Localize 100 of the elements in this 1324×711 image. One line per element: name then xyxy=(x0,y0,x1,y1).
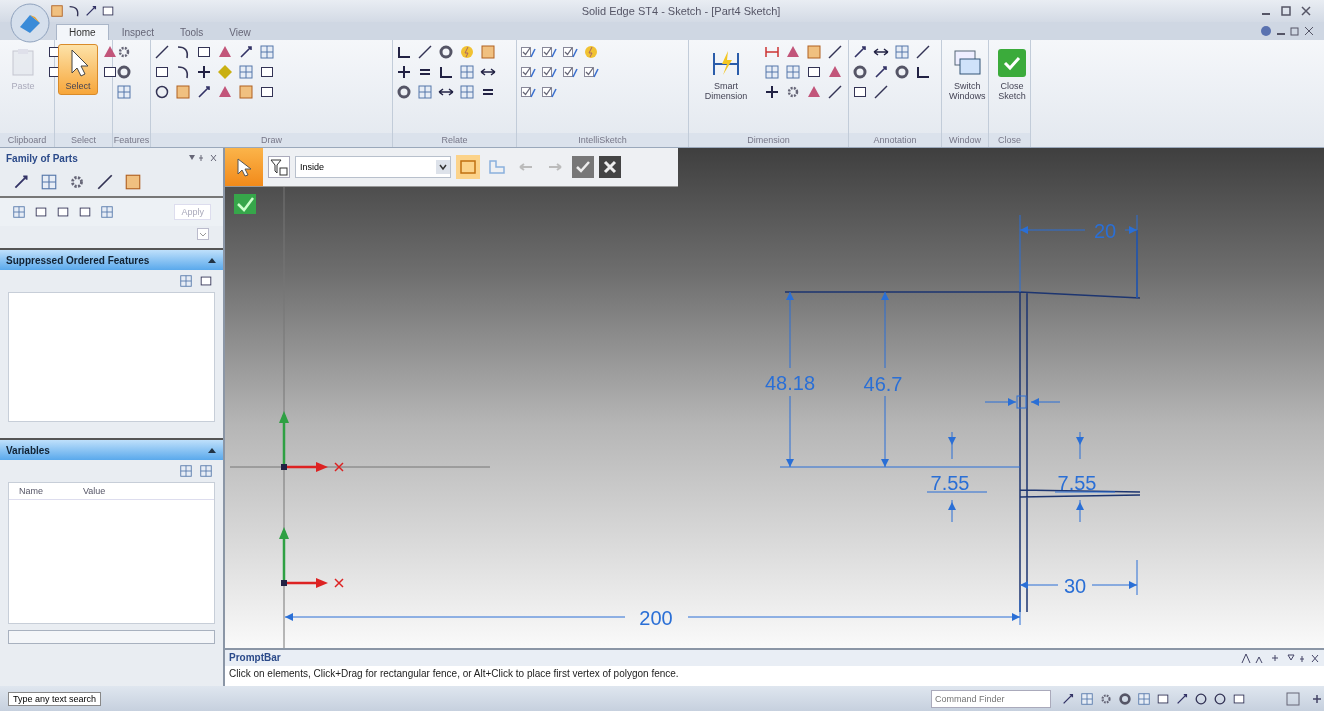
grid-icon[interactable] xyxy=(459,84,475,100)
arc-icon[interactable] xyxy=(67,4,81,18)
group-label: Relate xyxy=(393,133,516,147)
circle-icon[interactable] xyxy=(1194,691,1208,706)
checkbox-icon[interactable] xyxy=(520,84,536,100)
extension-line xyxy=(1019,599,1021,626)
check-icon[interactable] xyxy=(234,194,256,214)
checkbox-icon[interactable] xyxy=(541,44,557,60)
grid-icon[interactable] xyxy=(40,173,58,191)
ribbon-button[interactable]: Select xyxy=(58,44,98,95)
ribbon-button[interactable]: Smart Dimension xyxy=(692,44,760,105)
triangle-icon[interactable] xyxy=(806,84,822,100)
grid-icon[interactable] xyxy=(1137,691,1151,706)
line-icon[interactable] xyxy=(915,44,931,60)
apply-button[interactable]: Apply xyxy=(174,204,211,220)
dimension-value[interactable]: 7.55 xyxy=(1057,472,1097,494)
box-icon[interactable] xyxy=(238,84,254,100)
column-header[interactable]: Name xyxy=(19,486,43,496)
triangle-icon[interactable] xyxy=(217,44,233,60)
group-label: Features xyxy=(113,133,150,147)
checkbox-icon[interactable] xyxy=(520,64,536,80)
circle-icon[interactable] xyxy=(154,84,170,100)
collapse-icon[interactable] xyxy=(207,256,217,264)
ribbon-button[interactable]: Close Sketch xyxy=(992,44,1032,105)
ribbon-button[interactable]: Switch Windows xyxy=(945,44,990,105)
triangle-icon[interactable] xyxy=(102,44,118,60)
bolt-icon[interactable] xyxy=(583,44,599,60)
restore-icon[interactable] xyxy=(1290,25,1300,37)
grid-icon[interactable] xyxy=(100,205,114,219)
triangle-icon[interactable] xyxy=(827,64,843,80)
ring-icon[interactable] xyxy=(1118,691,1132,706)
prompt-message: Click on elements, Click+Drag for rectangular fence, or Alt+Click to place first vertex of polygon fence. xyxy=(228,667,680,681)
dimension-value[interactable]: 7.55 xyxy=(930,472,970,494)
select-button[interactable] xyxy=(225,148,263,186)
line-icon[interactable] xyxy=(873,84,889,100)
bolt-icon[interactable] xyxy=(459,44,475,60)
triangle-icon[interactable] xyxy=(785,44,801,60)
pane-controls-icon[interactable] xyxy=(187,153,217,163)
line-icon[interactable] xyxy=(417,44,433,60)
checkbox-icon[interactable] xyxy=(541,84,557,100)
grid-icon[interactable] xyxy=(894,44,910,60)
plus-icon[interactable] xyxy=(196,64,212,80)
line-icon[interactable] xyxy=(827,84,843,100)
close-sketch-icon xyxy=(996,47,1028,79)
checkbox-icon[interactable] xyxy=(583,64,599,80)
ribbon-tab[interactable]: Tools xyxy=(166,24,217,40)
help-icon[interactable] xyxy=(1260,25,1272,37)
cancel-icon[interactable] xyxy=(599,156,621,178)
collapse-icon[interactable] xyxy=(207,446,217,454)
grid-icon[interactable] xyxy=(459,64,475,80)
plus-icon[interactable] xyxy=(396,64,412,80)
dimension-value[interactable]: 200 xyxy=(639,607,673,629)
grid-icon[interactable] xyxy=(785,64,801,80)
ribbon-tab[interactable]: Home xyxy=(56,24,109,40)
plus-icon[interactable] xyxy=(764,84,780,100)
panel-title: Variables xyxy=(6,444,50,456)
ribbon-tab[interactable]: View xyxy=(216,24,264,40)
angle-icon[interactable] xyxy=(438,64,454,80)
checkbox-icon[interactable] xyxy=(562,44,578,60)
ribbon-tab[interactable]: Inspect xyxy=(108,24,167,40)
dropdown-icon[interactable] xyxy=(197,228,209,240)
dimension-icon[interactable] xyxy=(764,44,780,60)
horizontal-scrollbar[interactable] xyxy=(8,630,215,644)
close-icon[interactable] xyxy=(1300,5,1312,17)
maximize-icon[interactable] xyxy=(1280,5,1292,17)
checkbox-icon[interactable] xyxy=(541,64,557,80)
group-label: Window xyxy=(942,133,988,147)
filter-dropdown[interactable]: Inside xyxy=(295,156,451,178)
box-icon[interactable] xyxy=(124,173,142,191)
accept-icon[interactable] xyxy=(572,156,594,178)
column-header[interactable]: Value xyxy=(83,486,106,496)
pane-controls-icon[interactable] xyxy=(1240,652,1320,664)
circle-icon[interactable] xyxy=(1213,691,1227,706)
checkbox-icon[interactable] xyxy=(520,44,536,60)
filter-icon[interactable] xyxy=(268,156,290,178)
arc-icon[interactable] xyxy=(175,64,191,80)
angle-icon[interactable] xyxy=(915,64,931,80)
ring-icon[interactable] xyxy=(438,44,454,60)
ring-icon[interactable] xyxy=(852,64,868,80)
close-icon[interactable] xyxy=(1304,25,1314,37)
line-icon[interactable] xyxy=(96,173,114,191)
panel-title: Family of Parts xyxy=(6,152,78,164)
triangle-icon[interactable] xyxy=(217,84,233,100)
line-icon[interactable] xyxy=(827,44,843,60)
coordinate-axes-icon xyxy=(279,411,344,472)
ring-icon[interactable] xyxy=(396,84,412,100)
grid-icon[interactable] xyxy=(199,464,213,478)
grid-icon[interactable] xyxy=(179,464,193,478)
ring-icon[interactable] xyxy=(116,64,132,80)
command-finder-field[interactable]: Command Finder xyxy=(931,689,1051,708)
grid-icon[interactable] xyxy=(12,205,26,219)
ring-icon[interactable] xyxy=(894,64,910,80)
arc-icon[interactable] xyxy=(175,44,191,60)
grid-icon[interactable] xyxy=(179,274,193,288)
line-icon[interactable] xyxy=(154,44,170,60)
dimension-value[interactable]: 30 xyxy=(1063,575,1087,597)
grid-icon[interactable] xyxy=(1080,691,1094,706)
angle-icon[interactable] xyxy=(396,44,412,60)
group-label: Clipboard xyxy=(0,133,54,147)
checkbox-icon[interactable] xyxy=(562,64,578,80)
